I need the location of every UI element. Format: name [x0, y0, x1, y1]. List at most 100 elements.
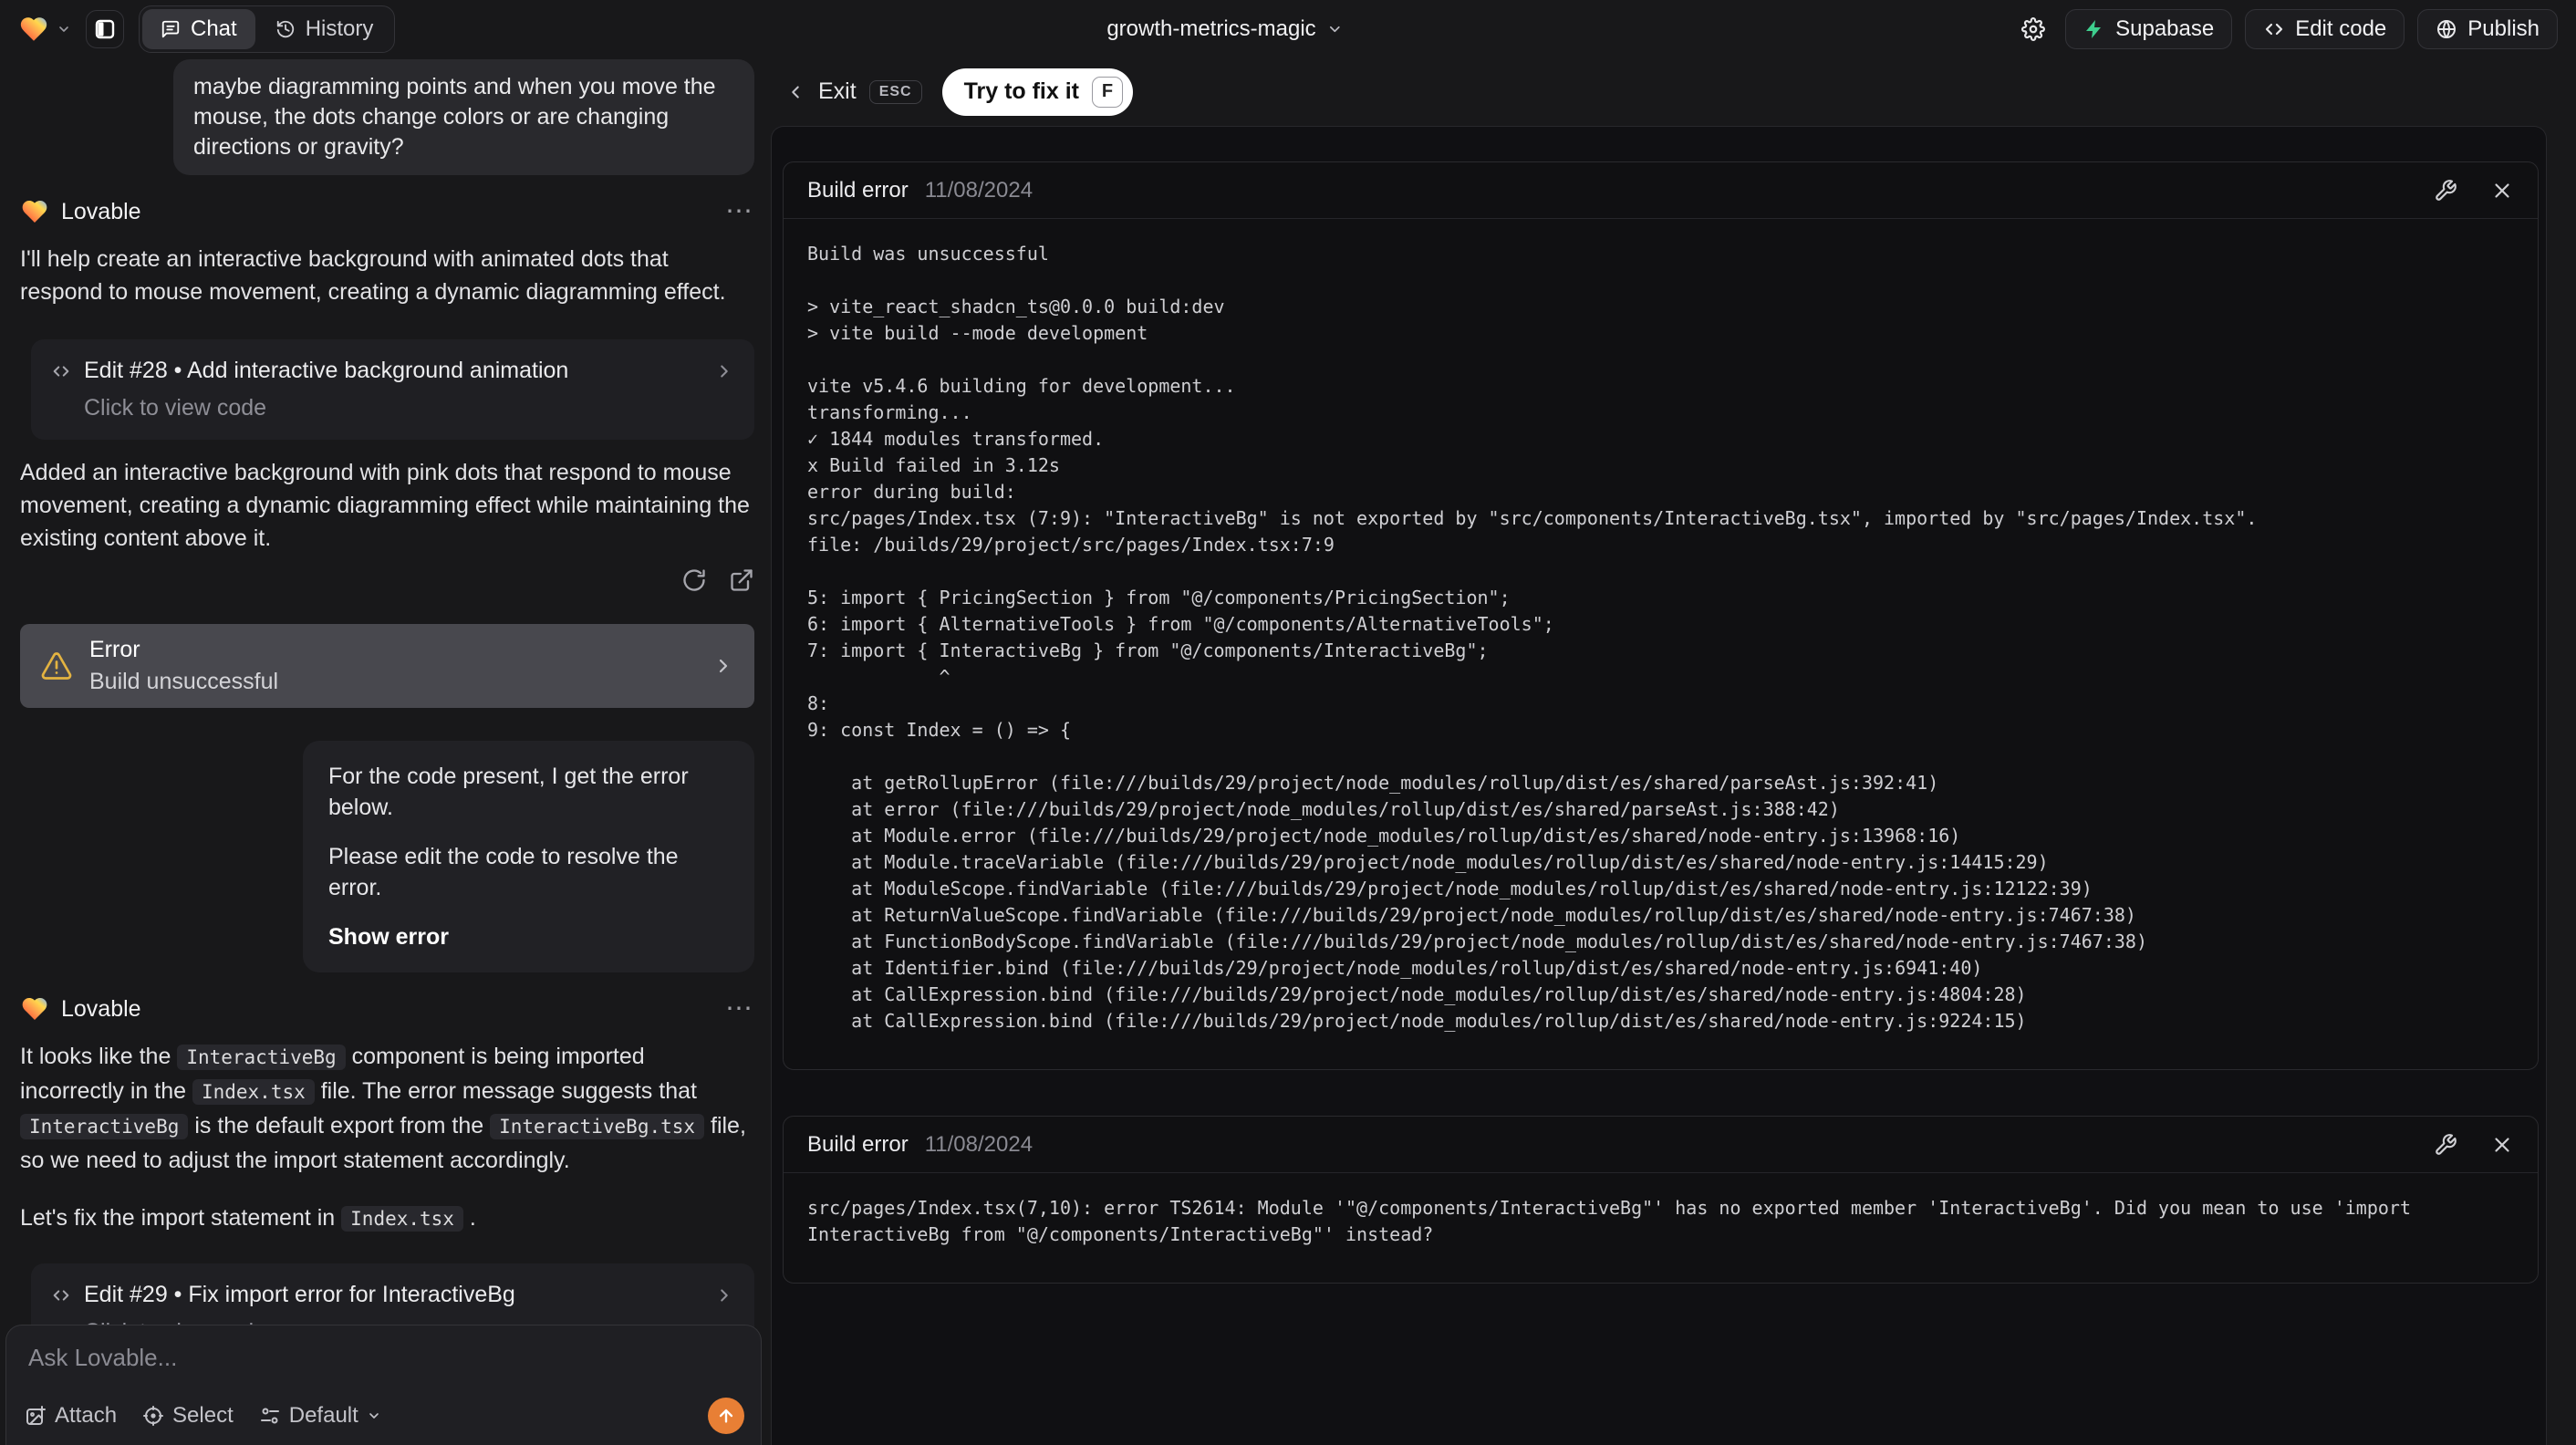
panel-date: 11/08/2024 — [924, 1131, 1034, 1157]
edit-28-subtitle: Click to view code — [84, 395, 267, 421]
attach-button[interactable]: Attach — [25, 1403, 117, 1429]
tab-chat[interactable]: Chat — [142, 8, 255, 49]
fix-wrench-icon[interactable] — [2434, 179, 2457, 203]
chevron-down-icon — [367, 1409, 381, 1423]
build-error-card[interactable]: Error Build unsuccessful — [20, 624, 754, 708]
panel-date: 11/08/2024 — [924, 177, 1034, 203]
assistant-name: Lovable — [61, 198, 141, 224]
globe-icon — [2436, 18, 2457, 40]
history-icon — [275, 19, 296, 39]
show-error-link[interactable]: Show error — [328, 921, 729, 952]
workspace-panel: Exit ESC Try to fix it F Build error 11/… — [771, 57, 2547, 1445]
build-log: src/pages/Index.tsx(7,10): error TS2614:… — [807, 1197, 2423, 1245]
build-error-panel-2-header: Build error 11/08/2024 — [784, 1117, 2538, 1173]
attach-label: Attach — [55, 1403, 118, 1428]
close-icon[interactable] — [2490, 179, 2514, 203]
chevron-right-icon — [714, 1285, 734, 1305]
build-error-panel-1: Build error 11/08/2024 Build was unsucce… — [783, 161, 2539, 1070]
select-button[interactable]: Select — [142, 1403, 234, 1429]
chevron-down-icon — [57, 22, 71, 36]
error-card-subtitle: Build unsuccessful — [89, 669, 279, 694]
followup-line-2: Please edit the code to resolve the erro… — [328, 844, 679, 900]
code-brackets-icon — [2263, 18, 2285, 40]
chat-input[interactable]: Ask Lovable... — [28, 1344, 739, 1372]
code-brackets-icon — [51, 361, 71, 381]
target-icon — [142, 1405, 164, 1427]
project-switcher[interactable]: growth-metrics-magic — [1106, 16, 1343, 42]
message-square-icon — [161, 19, 181, 39]
toggle-sidebar-button[interactable] — [86, 9, 124, 48]
supabase-icon — [2083, 18, 2105, 40]
settings-button[interactable] — [2014, 10, 2052, 48]
select-label: Select — [172, 1403, 234, 1428]
exit-label: Exit — [818, 78, 857, 104]
f-key-badge: F — [1092, 76, 1123, 108]
build-error-panel-2-body[interactable]: src/pages/Index.tsx(7,10): error TS2614:… — [784, 1173, 2538, 1283]
chevron-left-icon — [785, 82, 805, 102]
assistant-paragraph-rich: It looks like the InteractiveBg componen… — [20, 1044, 746, 1173]
project-name: growth-metrics-magic — [1106, 16, 1316, 41]
send-button[interactable] — [708, 1398, 744, 1434]
edit-code-label: Edit code — [2295, 16, 2387, 41]
chat-history-tabs: Chat History — [139, 5, 396, 53]
message-actions — [20, 567, 754, 593]
assistant-message-header: Lovable ⋯ — [20, 197, 754, 226]
error-card-title: Error — [89, 637, 140, 662]
lovable-logo-menu[interactable] — [18, 14, 71, 45]
panel-title: Build error — [807, 177, 909, 203]
edit-29-title: Edit #29 • Fix import error for Interact… — [84, 1282, 515, 1307]
tab-history-label: History — [305, 16, 374, 41]
assistant-message-header: Lovable ⋯ — [20, 994, 754, 1024]
model-label: Default — [288, 1403, 358, 1428]
publish-button[interactable]: Publish — [2417, 8, 2558, 49]
close-icon[interactable] — [2490, 1133, 2514, 1157]
edit-28-title: Edit #28 • Add interactive background an… — [84, 358, 569, 383]
supabase-button[interactable]: Supabase — [2065, 8, 2233, 49]
assistant-paragraph-rich: Let's fix the import statement in Index.… — [20, 1205, 476, 1232]
try-to-fix-button[interactable]: Try to fix it F — [941, 68, 1133, 116]
build-error-panel-1-header: Build error 11/08/2024 — [784, 162, 2538, 219]
workspace-toolbar: Exit ESC Try to fix it F — [771, 57, 2547, 126]
panel-left-icon — [94, 18, 116, 40]
model-selector[interactable]: Default — [259, 1403, 381, 1429]
chat-composer[interactable]: Ask Lovable... Attach Select Default — [5, 1325, 762, 1445]
tab-history[interactable]: History — [257, 9, 392, 49]
image-plus-icon — [25, 1405, 47, 1427]
more-options-icon[interactable]: ⋯ — [725, 995, 754, 1023]
esc-key-badge: ESC — [868, 79, 922, 104]
fix-button-label: Try to fix it — [963, 78, 1079, 104]
user-message-bubble: maybe diagramming points and when you mo… — [173, 59, 754, 175]
sliders-icon — [259, 1405, 281, 1427]
build-error-panel-1-body[interactable]: Build was unsuccessful > vite_react_shad… — [784, 219, 2538, 1069]
chat-scroll-area[interactable]: maybe diagramming points and when you mo… — [0, 57, 771, 1364]
lovable-heart-icon — [20, 197, 49, 226]
chat-sidebar: maybe diagramming points and when you mo… — [0, 57, 771, 1445]
assistant-paragraph: Added an interactive background with pin… — [20, 460, 750, 551]
open-external-icon[interactable] — [729, 567, 754, 593]
followup-line-1: For the code present, I get the error be… — [328, 764, 689, 820]
build-error-panel-2: Build error 11/08/2024 src/pages/Index.t… — [783, 1116, 2539, 1284]
assistant-paragraph: I'll help create an interactive backgrou… — [20, 246, 726, 305]
exit-button[interactable]: Exit ESC — [785, 78, 922, 105]
chevron-right-icon — [714, 361, 734, 381]
supabase-label: Supabase — [2115, 16, 2215, 41]
chevron-right-icon — [712, 655, 734, 677]
workspace-content-card: Build error 11/08/2024 Build was unsucce… — [771, 126, 2547, 1445]
gear-icon — [2021, 16, 2046, 41]
panel-title: Build error — [807, 1131, 909, 1157]
assistant-name: Lovable — [61, 995, 141, 1022]
fix-wrench-icon[interactable] — [2434, 1133, 2457, 1157]
lovable-heart-icon — [20, 994, 49, 1024]
error-followup-message: For the code present, I get the error be… — [303, 741, 754, 972]
build-log: Build was unsuccessful > vite_react_shad… — [807, 243, 2258, 1032]
lovable-heart-icon — [18, 14, 49, 45]
tab-chat-label: Chat — [191, 16, 237, 41]
more-options-icon[interactable]: ⋯ — [725, 198, 754, 225]
retry-icon[interactable] — [681, 567, 707, 593]
edit-28-card[interactable]: Edit #28 • Add interactive background an… — [31, 339, 754, 440]
edit-code-button[interactable]: Edit code — [2245, 8, 2405, 49]
warning-triangle-icon — [40, 650, 73, 682]
arrow-up-icon — [716, 1406, 736, 1426]
chevron-down-icon — [1327, 21, 1344, 37]
topbar: Chat History growth-metrics-magic Supaba… — [0, 0, 2576, 57]
